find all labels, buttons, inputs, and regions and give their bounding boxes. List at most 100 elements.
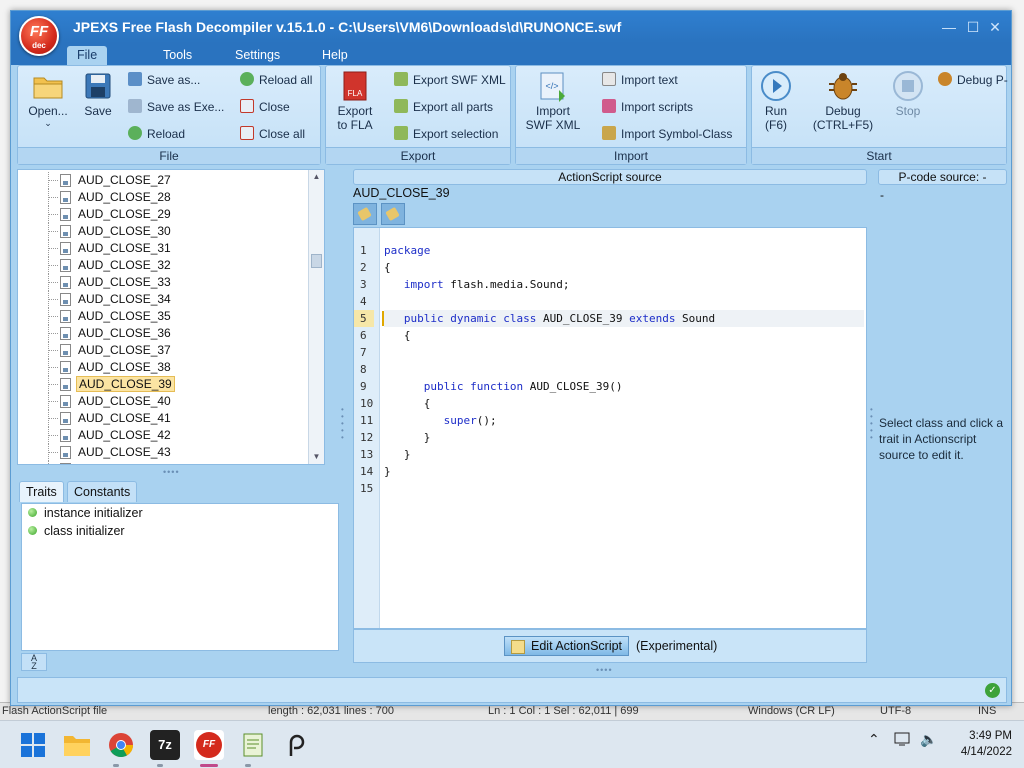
scroll-down-arrow-icon[interactable]: ▼ — [309, 450, 324, 464]
code-editor[interactable]: 1 2 3 4 5 6 7 8 9 10 11 12 13 14 15 package{ import fl… — [353, 227, 867, 629]
code-line[interactable]: { — [384, 327, 864, 344]
tree-item[interactable]: AUD_CLOSE_30 — [18, 223, 323, 240]
scroll-up-arrow-icon[interactable]: ▲ — [309, 170, 324, 184]
tree-item[interactable]: AUD_CLOSE_40 — [18, 393, 323, 410]
code-line[interactable] — [384, 480, 864, 497]
import-symbol-class-button[interactable]: Import Symbol-Class — [602, 124, 732, 144]
trait-class-initializer[interactable]: class initializer — [28, 524, 125, 542]
export-to-fla-button[interactable]: FLA Export to FLA — [330, 70, 380, 132]
save-as-exe-button[interactable]: Save as Exe... — [128, 97, 224, 117]
edit-actionscript-button[interactable]: Edit ActionScript — [504, 636, 630, 656]
tree-item[interactable]: AUD_CLOSE_29 — [18, 206, 323, 223]
chrome-icon[interactable] — [106, 730, 136, 760]
code-line[interactable]: public dynamic class AUD_CLOSE_39 extend… — [384, 310, 864, 327]
close-window-button[interactable]: ✕ — [985, 17, 1005, 37]
tree-item[interactable]: AUD_CLOSE_33 — [18, 274, 323, 291]
code-line[interactable] — [384, 361, 864, 378]
line-number: 7 — [360, 346, 367, 359]
tree-item[interactable]: AUD_CLOSE_36 — [18, 325, 323, 342]
code-line[interactable]: } — [384, 429, 864, 446]
tree-item[interactable]: AUD_CLOSE_37 — [18, 342, 323, 359]
tab-constants[interactable]: Constants — [67, 481, 138, 502]
tree-item[interactable]: AUD_CLOSE_39 — [18, 376, 323, 393]
line-number: 4 — [360, 295, 367, 308]
editor-tool-2-icon[interactable] — [381, 203, 405, 225]
chevron-up-icon[interactable]: ⌃ — [868, 731, 880, 748]
vertical-splitter[interactable]: • • • • • — [341, 406, 347, 442]
tree-item[interactable]: AUD_CLOSE_28 — [18, 189, 323, 206]
trait-instance-initializer[interactable]: instance initializer — [28, 506, 143, 524]
line-number: 1 — [360, 244, 367, 257]
menu-tools[interactable]: Tools — [153, 46, 202, 65]
traits-list[interactable]: instance initializer class initializer — [21, 503, 339, 651]
horizontal-splitter[interactable]: •••• — [163, 467, 180, 477]
tree-item[interactable]: AUD_CLOSE_43 — [18, 444, 323, 461]
windows-start-icon[interactable] — [18, 730, 48, 760]
debug-button[interactable]: Debug (CTRL+F5) — [808, 70, 878, 132]
code-line[interactable] — [384, 344, 864, 361]
code-line[interactable]: import flash.media.Sound; — [384, 276, 864, 293]
resource-tree[interactable]: AUD_CLOSE_44 AUD_CLOSE_43 AUD_CLOSE_42 AUD_… — [17, 169, 325, 465]
tree-item[interactable]: AUD_CLOSE_35 — [18, 308, 323, 325]
menu-file[interactable]: File — [67, 46, 108, 65]
debug-pcode-button[interactable]: Debug P- — [938, 70, 1008, 90]
open-button[interactable]: Open... ⌄ — [24, 70, 72, 129]
7zip-icon[interactable]: 7z — [150, 730, 180, 760]
notepad-plus-plus-icon[interactable] — [238, 730, 268, 760]
editor-splitter[interactable]: •••• — [596, 665, 613, 675]
volume-icon[interactable]: 🔈 — [920, 731, 937, 748]
tree-item[interactable]: AUD_CLOSE_42 — [18, 427, 323, 444]
ffdec-taskbar-icon[interactable]: FF — [194, 730, 224, 760]
tree-item[interactable]: AUD_CLOSE_41 — [18, 410, 323, 427]
sound-class-icon — [60, 327, 71, 340]
code-line[interactable] — [384, 293, 864, 310]
reload-button[interactable]: Reload — [128, 124, 185, 144]
tab-traits[interactable]: Traits — [19, 481, 64, 502]
menu-help[interactable]: Help — [312, 46, 358, 65]
close-button[interactable]: Close — [240, 97, 290, 117]
code-line[interactable]: { — [384, 259, 864, 276]
scroll-thumb[interactable] — [311, 254, 322, 268]
import-scripts-button[interactable]: Import scripts — [602, 97, 693, 117]
file-explorer-icon[interactable] — [62, 730, 92, 760]
import-text-button[interactable]: Import text — [602, 70, 678, 90]
export-swf-xml-button[interactable]: Export SWF XML — [394, 70, 506, 90]
menu-settings[interactable]: Settings — [225, 46, 290, 65]
maximize-button[interactable]: ☐ — [963, 17, 983, 37]
tree-item[interactable]: AUD_CLOSE_31 — [18, 240, 323, 257]
tree-scrollbar[interactable]: ▲ ▼ — [308, 170, 324, 464]
export-selection-button[interactable]: Export selection — [394, 124, 498, 144]
pcode-splitter[interactable]: • • • • • — [870, 406, 876, 442]
stop-button[interactable]: Stop — [888, 70, 928, 118]
reload-all-button[interactable]: Reload all — [240, 70, 312, 90]
network-icon[interactable] — [894, 731, 912, 750]
editor-tool-1-icon[interactable] — [353, 203, 377, 225]
code-line[interactable]: public function AUD_CLOSE_39() — [384, 378, 864, 395]
export-all-parts-button[interactable]: Export all parts — [394, 97, 493, 117]
tree-item[interactable]: AUD_CLOSE_38 — [18, 359, 323, 376]
minimize-button[interactable]: — — [939, 17, 959, 37]
close-all-button[interactable]: Close all — [240, 124, 305, 144]
code-line[interactable]: super(); — [384, 412, 864, 429]
import-swf-xml-button[interactable]: </> Import SWF XML — [522, 70, 584, 132]
code-line[interactable]: package — [384, 242, 864, 259]
ffdec-logo-icon[interactable]: FF dec — [19, 16, 59, 56]
title-bar[interactable]: JPEXS Free Flash Decompiler v.15.1.0 - C… — [11, 11, 1011, 43]
help-app-icon[interactable] — [282, 730, 312, 760]
code-line[interactable]: { — [384, 395, 864, 412]
code-line[interactable]: } — [384, 463, 864, 480]
tree-item[interactable]: AUD_CLOSE_44 — [18, 461, 323, 464]
tree-item[interactable]: AUD_CLOSE_34 — [18, 291, 323, 308]
close-file-icon — [240, 99, 254, 113]
code-line[interactable]: } — [384, 446, 864, 463]
tree-item[interactable]: AUD_CLOSE_27 — [18, 172, 323, 189]
tree-item[interactable]: AUD_CLOSE_32 — [18, 257, 323, 274]
save-button[interactable]: Save — [76, 70, 120, 118]
sound-class-icon — [60, 361, 71, 374]
run-button[interactable]: Run (F6) — [756, 70, 796, 132]
system-clock[interactable]: 3:49 PM 4/14/2022 — [961, 728, 1012, 760]
reload-all-icon — [240, 72, 254, 86]
save-as-button[interactable]: Save as... — [128, 70, 200, 90]
tree-branch — [48, 367, 58, 368]
sort-az-button[interactable]: AZ — [21, 653, 47, 671]
